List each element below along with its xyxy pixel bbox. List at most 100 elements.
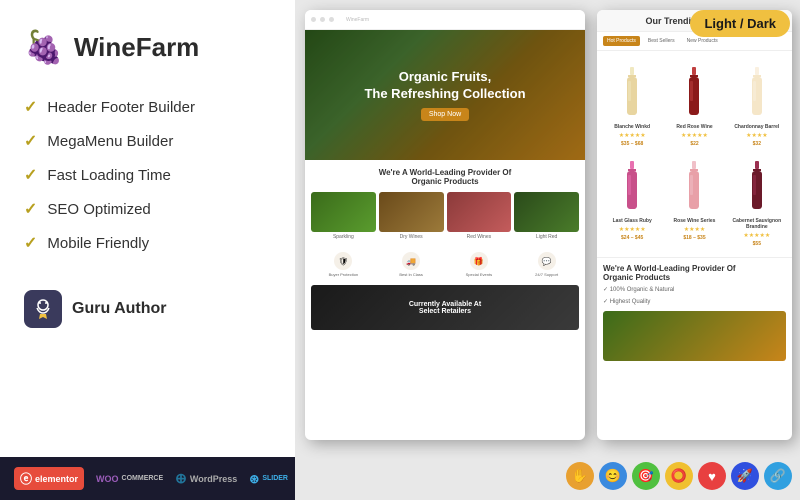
sr-product-name: Rose Wine Series [674, 218, 716, 224]
sr-product-rating: ★★★★★ [681, 132, 708, 139]
sr-product-img [610, 151, 655, 216]
screenshots-container: WineFarm Organic Fruits,The Refreshing C… [295, 0, 800, 500]
woocommerce-logo: WOO COMMERCE [96, 474, 163, 484]
sr-product-price: $18 – $35 [683, 235, 705, 241]
bottle-svg [685, 67, 703, 122]
check-icon: ✓ [24, 131, 37, 151]
sr-product-rating: ★★★★★ [619, 132, 646, 139]
feature-item: ✓ MegaMenu Builder [24, 124, 276, 158]
sr-bottom-section: We're A World-Leading Provider OfOrganic… [597, 257, 792, 367]
tab-new-products[interactable]: New Products [683, 36, 722, 46]
light-dark-badge: Light / Dark [690, 10, 790, 37]
guru-icon [31, 297, 55, 321]
logo-text: WineFarm [74, 32, 199, 63]
sr-product-price: $32 [753, 141, 761, 147]
sr-product-img [734, 151, 779, 216]
sr-bottom-title: We're A World-Leading Provider OfOrganic… [603, 264, 786, 282]
check-icon: ✓ [24, 97, 37, 117]
sr-product-name: Red Rose Wine [676, 124, 712, 130]
sr-bottom-img [603, 311, 786, 361]
sc-features-row: 🛡 Buyer Protection 🚚 Best In Class 🎁 Spe… [305, 248, 585, 281]
bottle-svg [685, 161, 703, 216]
feature-item: ✓ Mobile Friendly [24, 226, 276, 260]
grape-icon: 🍇 [24, 28, 64, 66]
sr-product-name: Last Glass Ruby [613, 218, 652, 224]
check-icon: ✓ [24, 233, 37, 253]
bottom-circles-row: ✋😊🎯⭕♥🚀🔗 [566, 462, 792, 490]
bottle-svg [748, 67, 766, 122]
sr-product: Rose Wine Series ★★★★ $18 – $35 [665, 151, 723, 247]
bottom-logos-bar: ⓔ elementor WOO COMMERCE ⊕ WordPress ⊛ S… [0, 457, 300, 500]
screenshot-left: WineFarm Organic Fruits,The Refreshing C… [305, 10, 585, 440]
bottle-svg [623, 161, 641, 216]
right-panel: Light / Dark WineFarm Organic Fruits,The… [295, 0, 800, 500]
left-panel: 🍇 WineFarm ✓ Header Footer Builder ✓ MegaMe… [0, 0, 300, 500]
circle-icon-4: ♥ [698, 462, 726, 490]
logo-area: 🍇 WineFarm [24, 28, 276, 66]
sr-bottom-text2: ✓ Highest Quality [603, 298, 786, 306]
tab-hot-products[interactable]: Hot Products [603, 36, 640, 46]
circle-icon-6: 🔗 [764, 462, 792, 490]
sr-product-img [672, 57, 717, 122]
circle-icon-0: ✋ [566, 462, 594, 490]
sc-feature-special: 🎁 Special Events [447, 252, 512, 277]
features-list: ✓Header Footer Builder✓MegaMenu Builder✓… [24, 90, 276, 260]
screenshot-right: Our Trending Products Hot Products Best … [597, 10, 792, 440]
sc-category-dry: Dry Wines [379, 192, 444, 240]
sr-product: Cabernet Sauvignon Brandine ★★★★★ $55 [728, 151, 786, 247]
sc-section-title: We're A World-Leading Provider OfOrganic… [311, 168, 579, 186]
sc-categories-grid: Sparkling Dry Wines Red Wines Light Red [311, 192, 579, 240]
sr-products-grid: Blanche Winkd ★★★★★ $35 – $68 Red Rose W… [597, 51, 792, 253]
sr-product-name: Cabernet Sauvignon Brandine [728, 218, 786, 230]
sr-product-price: $22 [690, 141, 698, 147]
sr-product: Blanche Winkd ★★★★★ $35 – $68 [603, 57, 661, 147]
sr-product-img [610, 57, 655, 122]
sr-product-name: Chardonnay Barrel [734, 124, 779, 130]
sc-hero-btn[interactable]: Shop Now [421, 108, 469, 121]
tab-best-sellers[interactable]: Best Sellers [644, 36, 679, 46]
circle-icon-1: 😊 [599, 462, 627, 490]
sr-product-rating: ★★★★ [684, 226, 706, 233]
check-icon: ✓ [24, 165, 37, 185]
sc-feature-best: 🚚 Best In Class [379, 252, 444, 277]
sr-product-name: Blanche Winkd [614, 124, 650, 130]
sr-product-price: $55 [753, 241, 761, 247]
sr-product-price: $35 – $68 [621, 141, 643, 147]
sc-world-leading: We're A World-Leading Provider OfOrganic… [305, 160, 585, 248]
bottle-svg [623, 67, 641, 122]
sr-product-img [672, 151, 717, 216]
sc-category-sparkling: Sparkling [311, 192, 376, 240]
guru-text: Guru Author [72, 300, 167, 318]
feature-item: ✓ Header Footer Builder [24, 90, 276, 124]
sr-product-rating: ★★★★★ [619, 226, 646, 233]
check-icon: ✓ [24, 199, 37, 219]
sc-hero: Organic Fruits,The Refreshing Collection… [305, 30, 585, 160]
sc-bottom-banner: Currently Available AtSelect Retailers [311, 285, 579, 330]
elementor-logo: ⓔ elementor [14, 467, 84, 490]
circle-icon-3: ⭕ [665, 462, 693, 490]
bottle-svg [748, 161, 766, 216]
sr-product: Red Rose Wine ★★★★★ $22 [665, 57, 723, 147]
sr-product-rating: ★★★★ [746, 132, 768, 139]
feature-item: ✓ SEO Optimized [24, 192, 276, 226]
wordpress-logo: ⊕ WordPress [175, 470, 237, 487]
sr-product: Last Glass Ruby ★★★★★ $24 – $45 [603, 151, 661, 247]
sc-header: WineFarm [305, 10, 585, 30]
sr-product: Chardonnay Barrel ★★★★ $32 [728, 57, 786, 147]
sc-feature-buyer: 🛡 Buyer Protection [311, 252, 376, 277]
sr-product-price: $24 – $45 [621, 235, 643, 241]
sr-product-rating: ★★★★★ [743, 232, 770, 239]
sc-category-light: Light Red [514, 192, 579, 240]
feature-label: MegaMenu Builder [47, 133, 173, 150]
feature-label: Mobile Friendly [47, 235, 149, 252]
feature-label: SEO Optimized [47, 201, 150, 218]
circle-icon-5: 🚀 [731, 462, 759, 490]
feature-label: Header Footer Builder [47, 99, 195, 116]
sr-bottom-text1: ✓ 100% Organic & Natural [603, 286, 786, 294]
guru-author: Guru Author [24, 290, 276, 328]
slider-revolution-logo: ⊛ SLIDER [249, 472, 288, 486]
guru-badge [24, 290, 62, 328]
sr-product-img [734, 57, 779, 122]
sc-hero-title: Organic Fruits,The Refreshing Collection [364, 69, 525, 103]
feature-label: Fast Loading Time [47, 167, 170, 184]
